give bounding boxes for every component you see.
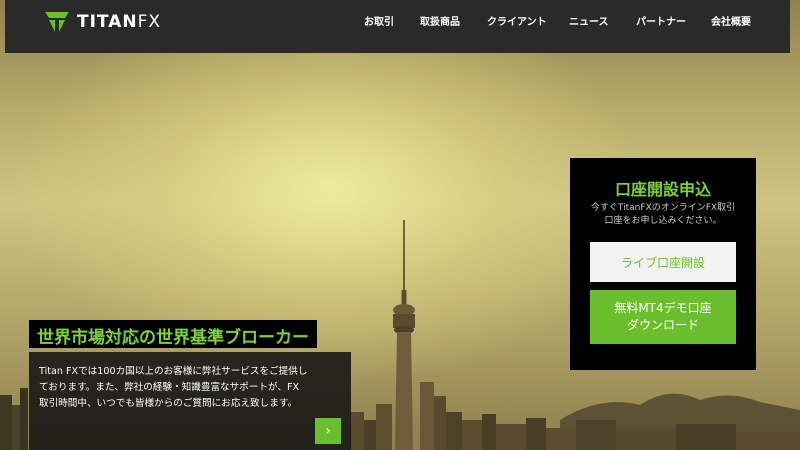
read-more-button[interactable]: › xyxy=(315,418,341,444)
signup-desc-line2: 口座をお申し込みください。 xyxy=(604,216,722,226)
hero-headline: 世界市場対応の世界基準ブローカー xyxy=(29,320,317,348)
signup-description: 今すぐTitanFXのオンラインFX取引 口座をお申し込みください。 xyxy=(580,202,746,228)
account-signup-panel: 口座開設申込 今すぐTitanFXのオンラインFX取引 口座をお申し込みください… xyxy=(570,158,756,370)
nav-item-company[interactable]: 会社概要 xyxy=(711,13,751,28)
logo-text-main: TITAN xyxy=(77,12,138,32)
top-navigation-bar: TITANFX お取引 取扱商品 クライアント ニュース パートナー 会社概要 xyxy=(5,0,790,53)
open-live-account-button[interactable]: ライブ口座開設 xyxy=(590,242,736,282)
nav-item-clients[interactable]: クライアント xyxy=(487,13,547,28)
titanfx-trident-icon xyxy=(45,12,69,32)
intro-line3: 取引時間中、いつでも皆様からのご質問にお応え致します。 xyxy=(39,398,298,409)
signup-desc-line1: 今すぐTitanFXのオンラインFX取引 xyxy=(590,203,736,213)
chevron-right-icon: › xyxy=(325,423,331,439)
intro-line1: Titan FXでは100カ国以上のお客様に弊社サービスをご提供し xyxy=(39,366,308,377)
intro-line2: ております。また、弊社の経験・知識豊富なサポートが、FX xyxy=(39,382,300,393)
download-demo-account-button[interactable]: 無料MT4デモ口座 ダウンロード xyxy=(590,290,736,344)
intro-text: Titan FXでは100カ国以上のお客様に弊社サービスをご提供し ております。… xyxy=(39,364,344,412)
logo-text-fx: FX xyxy=(137,12,162,32)
demo-button-line1: 無料MT4デモ口座 xyxy=(614,301,712,315)
intro-box: Titan FXでは100カ国以上のお客様に弊社サービスをご提供し ております。… xyxy=(29,352,351,450)
logo-wordmark: TITANFX xyxy=(77,12,161,32)
nav-item-products[interactable]: 取扱商品 xyxy=(420,13,460,28)
nav-item-partners[interactable]: パートナー xyxy=(636,13,686,28)
signup-title: 口座開設申込 xyxy=(614,180,711,199)
titanfx-logo[interactable]: TITANFX xyxy=(43,10,161,34)
nav-item-news[interactable]: ニュース xyxy=(569,13,609,28)
nav-item-trading[interactable]: お取引 xyxy=(364,13,394,28)
demo-button-line2: ダウンロード xyxy=(626,318,699,332)
